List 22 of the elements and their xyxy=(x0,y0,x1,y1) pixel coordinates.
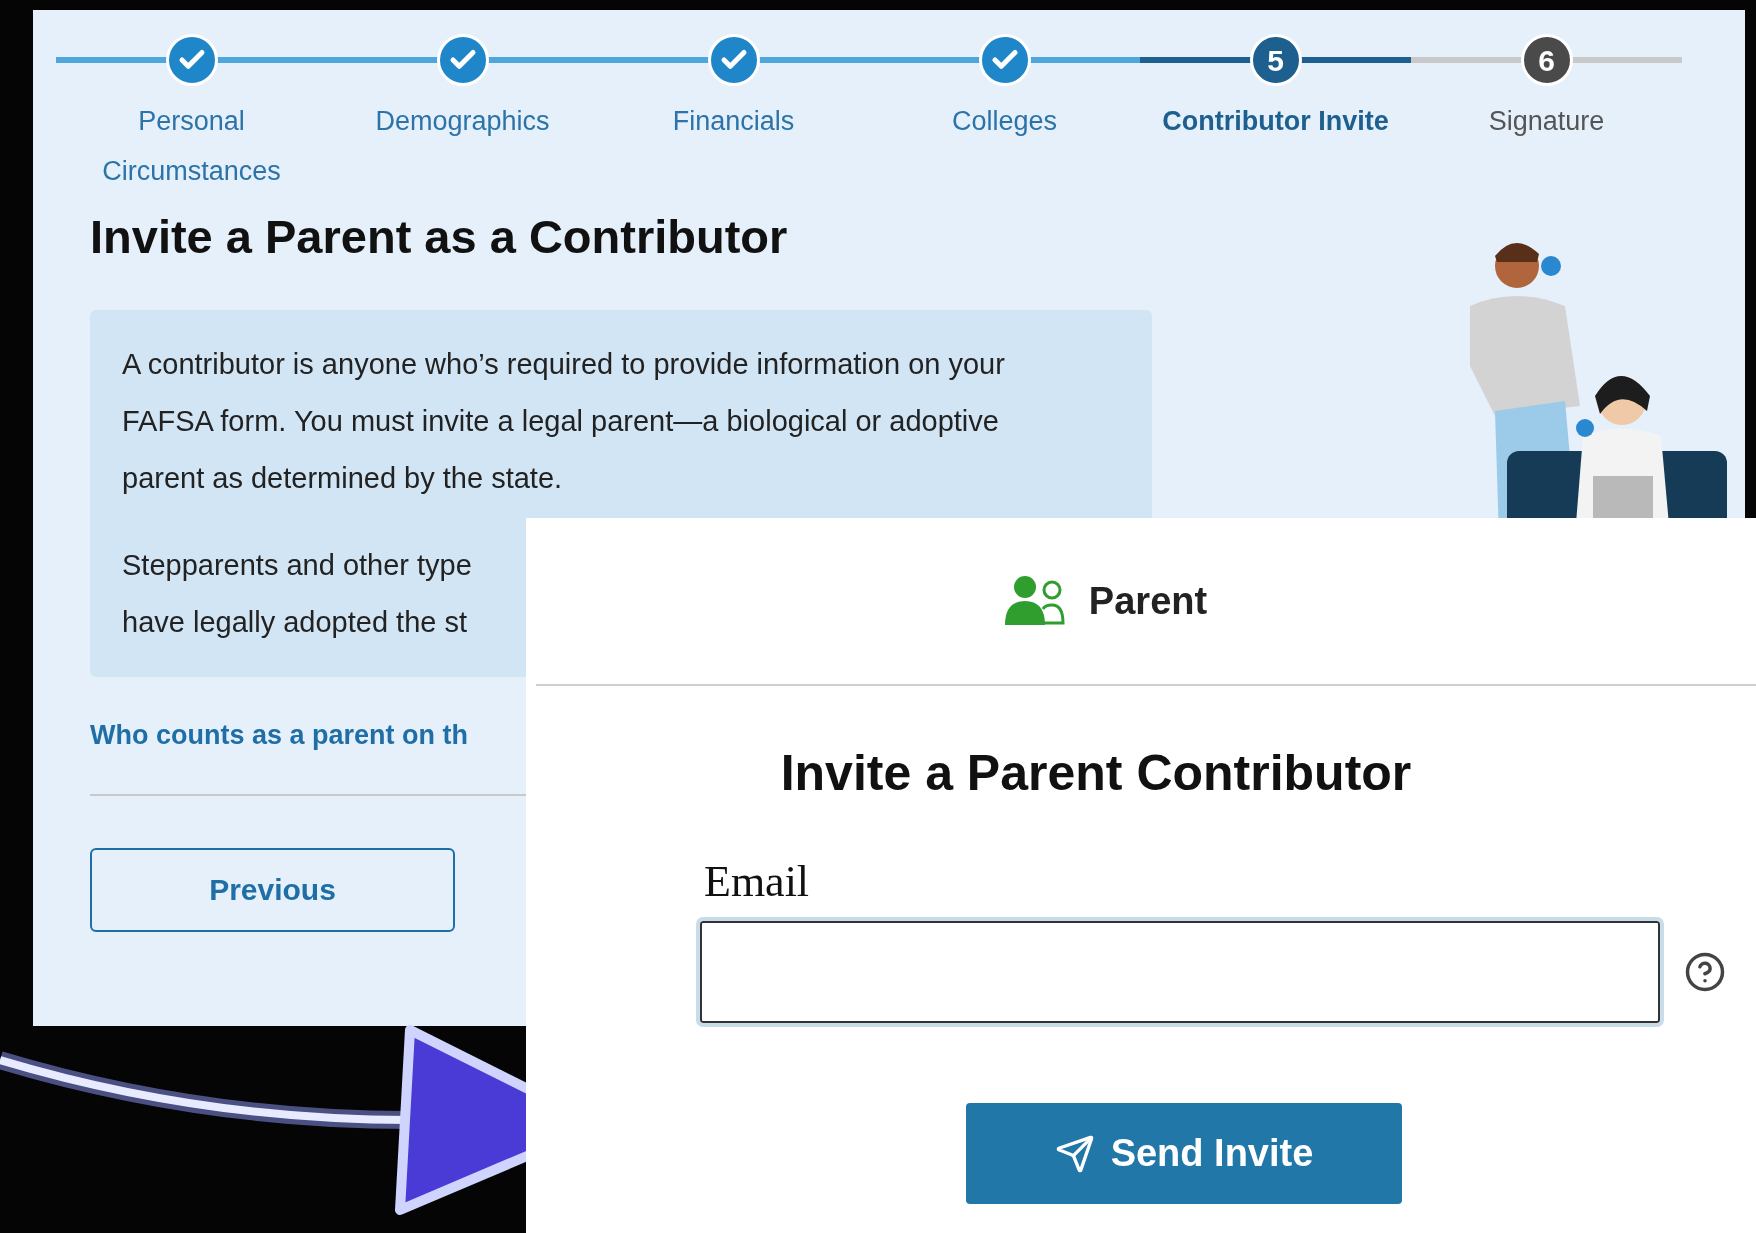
email-label: Email xyxy=(704,856,811,908)
step-label[interactable]: Financials xyxy=(602,96,865,146)
step-label[interactable]: Colleges xyxy=(873,96,1136,146)
step-label[interactable]: Signature xyxy=(1415,96,1678,146)
panel-title: Invite a Parent Contributor xyxy=(779,744,1413,803)
send-icon xyxy=(1054,1133,1095,1174)
info-text: Stepparents and other type xyxy=(122,548,472,583)
step-label[interactable]: Personal Circumstances xyxy=(60,96,323,196)
tab-label: Parent xyxy=(1088,578,1208,624)
step-marker: 5 xyxy=(1249,34,1302,86)
info-text: have legally adopted the st xyxy=(122,605,468,640)
previous-button[interactable]: Previous xyxy=(90,847,455,932)
step-label[interactable]: Contributor Invite xyxy=(1144,96,1407,146)
help-link[interactable]: Who counts as a parent on th xyxy=(90,715,468,756)
parent-tab[interactable]: Parent xyxy=(536,518,1756,686)
step-label[interactable]: Demographics xyxy=(331,96,594,146)
step-marker: 6 xyxy=(1520,34,1573,86)
send-invite-button[interactable]: Send Invite xyxy=(966,1103,1402,1204)
page-heading: Invite a Parent as a Contributor xyxy=(90,209,789,265)
parent-icon xyxy=(1004,575,1067,627)
info-text: A contributor is anyone who’s required to provide information on your FAFSA form. You must invite a legal parent—a biological or adoptive parent as determined by the state. xyxy=(122,347,1006,496)
help-icon[interactable] xyxy=(1684,951,1726,993)
